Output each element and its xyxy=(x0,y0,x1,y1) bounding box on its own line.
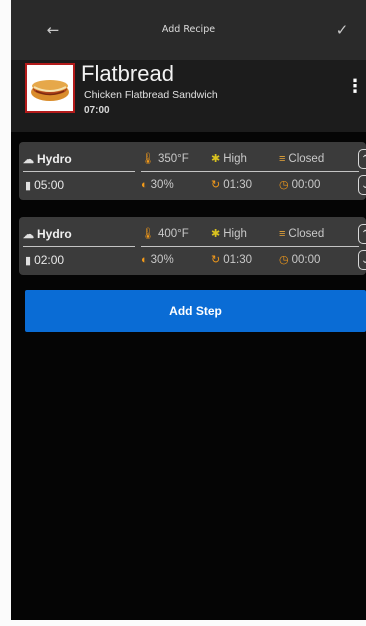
step-temperature[interactable]: 🌡 350°F xyxy=(141,147,189,171)
step-duration[interactable]: ▮ 02:00 xyxy=(25,248,64,272)
step-vent-value: Closed xyxy=(288,153,325,165)
add-step-button[interactable]: Add Step xyxy=(25,290,366,332)
confirm-button[interactable]: ✓ xyxy=(322,0,362,60)
step-delay-value: 00:00 xyxy=(291,254,321,266)
step-duration-value: 05:00 xyxy=(34,178,65,192)
sandwich-image xyxy=(31,80,69,101)
back-arrow-icon: ← xyxy=(46,21,60,39)
divider xyxy=(23,171,135,172)
clock-icon: ◷ xyxy=(279,254,289,266)
back-button[interactable]: ← xyxy=(33,0,73,60)
step-mode-label: Hydro xyxy=(37,152,72,166)
recipe-name[interactable]: Flatbread xyxy=(81,61,174,87)
fan-icon: ✱ xyxy=(211,153,221,165)
repeat-icon: ↻ xyxy=(211,254,221,266)
step-temperature[interactable]: 🌡 400°F xyxy=(141,222,189,246)
step-interval-value: 01:30 xyxy=(223,254,252,266)
divider xyxy=(141,171,359,172)
humidity-icon: ◐ xyxy=(141,254,148,266)
step-row-top: ☁ Hydro 🌡 400°F ✱ High ≡ Closed ⌃ xyxy=(19,222,366,246)
step-delay[interactable]: ◷ 00:00 xyxy=(279,173,320,197)
recipe-header: Flatbread Chicken Flatbread Sandwich 07:… xyxy=(11,60,366,132)
vent-icon: ≡ xyxy=(279,228,286,240)
step-humidity-value: 30% xyxy=(150,254,174,266)
checkmark-icon: ✓ xyxy=(335,21,349,39)
step-interval[interactable]: ↻ 01:30 xyxy=(211,173,252,197)
divider xyxy=(23,246,135,247)
step-fan-value: High xyxy=(223,153,247,165)
humidity-icon: ◐ xyxy=(141,179,148,191)
more-vertical-icon: ⋮ xyxy=(346,76,364,97)
step-humidity-value: 30% xyxy=(150,179,174,191)
top-app-bar: ← Add Recipe ✓ xyxy=(11,0,366,60)
chevron-up-icon: ⌃ xyxy=(361,154,366,165)
step-interval-value: 01:30 xyxy=(223,179,252,191)
step-fan[interactable]: ✱ High xyxy=(211,147,247,171)
recipe-total-time: 07:00 xyxy=(84,105,110,116)
move-step-up-button[interactable]: ⌃ xyxy=(358,224,366,244)
step-row-top: ☁ Hydro 🌡 350°F ✱ High ≡ Closed ⌃ xyxy=(19,147,366,171)
recipe-thumbnail[interactable] xyxy=(25,63,75,113)
step-row-bottom: ▮ 05:00 ◐ 30% ↻ 01:30 ◷ 00:00 ⌄ xyxy=(19,173,366,197)
steam-icon: ☁ xyxy=(23,154,34,166)
clock-icon: ◷ xyxy=(279,179,289,191)
fan-icon: ✱ xyxy=(211,228,221,240)
chevron-down-icon: ⌄ xyxy=(361,180,366,191)
step-row-bottom: ▮ 02:00 ◐ 30% ↻ 01:30 ◷ 00:00 ⌄ xyxy=(19,248,366,272)
app-screen: ← Add Recipe ✓ Flatbread Chicken Flatbre… xyxy=(11,0,366,620)
more-options-button[interactable]: ⋮ xyxy=(346,76,364,97)
step-delay-value: 00:00 xyxy=(291,179,321,191)
steam-icon: ☁ xyxy=(23,229,34,241)
step-vent[interactable]: ≡ Closed xyxy=(279,147,324,171)
step-temperature-value: 400°F xyxy=(157,228,189,240)
thermometer-icon: 🌡 xyxy=(141,153,155,165)
move-step-up-button[interactable]: ⌃ xyxy=(358,149,366,169)
chevron-up-icon: ⌃ xyxy=(361,229,366,240)
step-mode[interactable]: ☁ Hydro xyxy=(23,147,72,171)
timer-icon: ▮ xyxy=(25,255,32,267)
step-fan[interactable]: ✱ High xyxy=(211,222,247,246)
move-step-down-button[interactable]: ⌄ xyxy=(358,175,366,195)
step-temperature-value: 350°F xyxy=(157,153,189,165)
step-vent[interactable]: ≡ Closed xyxy=(279,222,324,246)
thermometer-icon: 🌡 xyxy=(141,228,155,240)
step-humidity[interactable]: ◐ 30% xyxy=(141,248,174,272)
step-duration-value: 02:00 xyxy=(34,253,65,267)
vent-icon: ≡ xyxy=(279,153,286,165)
step-humidity[interactable]: ◐ 30% xyxy=(141,173,174,197)
step-mode-label: Hydro xyxy=(37,227,72,241)
timer-icon: ▮ xyxy=(25,180,32,192)
chevron-down-icon: ⌄ xyxy=(361,255,366,266)
step-vent-value: Closed xyxy=(288,228,325,240)
step-card[interactable]: ☁ Hydro 🌡 350°F ✱ High ≡ Closed ⌃ ▮ 05:00 ◐ 30… xyxy=(19,142,366,200)
step-fan-value: High xyxy=(223,228,247,240)
divider xyxy=(141,246,359,247)
step-duration[interactable]: ▮ 05:00 xyxy=(25,173,64,197)
step-interval[interactable]: ↻ 01:30 xyxy=(211,248,252,272)
recipe-subtitle: Chicken Flatbread Sandwich xyxy=(84,89,218,101)
step-mode[interactable]: ☁ Hydro xyxy=(23,222,72,246)
step-delay[interactable]: ◷ 00:00 xyxy=(279,248,320,272)
move-step-down-button[interactable]: ⌄ xyxy=(358,250,366,270)
repeat-icon: ↻ xyxy=(211,179,221,191)
step-card[interactable]: ☁ Hydro 🌡 400°F ✱ High ≡ Closed ⌃ ▮ 02:00 ◐ 30… xyxy=(19,217,366,275)
